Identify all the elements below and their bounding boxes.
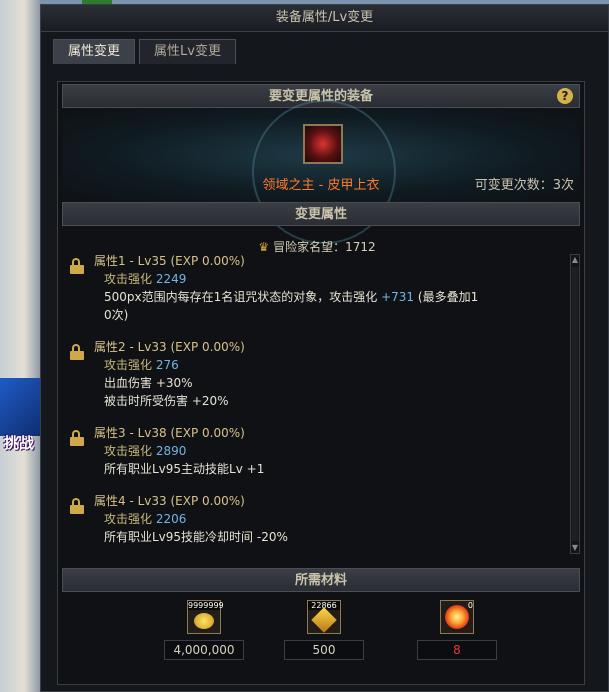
left-background-strip: 挑战	[0, 0, 40, 692]
stat-value: 276	[155, 358, 179, 372]
materials-area: 9999999 4,000,000 22866 500 0 8	[62, 592, 580, 680]
attribute-title: 属性1 - Lv35 (EXP 0.00%)	[94, 254, 245, 268]
material-count: 0	[467, 601, 473, 610]
attribute-title: 属性2 - Lv33 (EXP 0.00%)	[94, 340, 245, 354]
attribute-line: 被击时所受伤害 +20%	[104, 394, 229, 408]
change-section-header: 变更属性	[62, 202, 580, 226]
gold-coins-icon[interactable]: 9999999	[187, 600, 224, 634]
material-required-value: 500	[284, 640, 364, 660]
attribute-line: 攻击强化 2249	[104, 272, 187, 286]
lock-icon[interactable]	[70, 498, 84, 514]
materials-section-header: 所需材料	[62, 568, 580, 592]
equip-display-area: 领域之主 - 皮甲上衣 可变更次数：3次	[62, 100, 580, 244]
tab-attribute-change[interactable]: 属性变更	[53, 39, 136, 64]
stat-value: +731	[381, 290, 415, 304]
attribute-line: 攻击强化 2890	[104, 444, 187, 458]
fame-text: 冒险家名望：1712	[273, 240, 376, 254]
attribute-line: 攻击强化 2206	[104, 512, 187, 526]
attribute-line: 攻击强化 276	[104, 358, 179, 372]
lock-icon[interactable]	[70, 344, 84, 360]
help-icon[interactable]: ?	[557, 88, 573, 104]
fame-icon: ♛	[258, 240, 270, 254]
attribute-line: 500px范围内每存在1名诅咒状态的对象，攻击强化 +731 (最多叠加1	[104, 290, 479, 304]
stat-value: 2249	[155, 272, 187, 286]
material-required-value: 8	[417, 640, 497, 660]
attribute-scrollbar[interactable]: ▲ ▼	[570, 254, 580, 554]
side-event-icon[interactable]	[0, 378, 40, 436]
burst-icon[interactable]: 0	[440, 600, 474, 634]
lock-icon[interactable]	[70, 258, 84, 274]
attribute-title: 属性3 - Lv38 (EXP 0.00%)	[94, 426, 245, 440]
material-gold: 9999999 4,000,000	[164, 600, 244, 660]
change-count: 可变更次数：3次	[474, 178, 574, 193]
attribute-line: 出血伤害 +30%	[104, 376, 193, 390]
equip-item-icon[interactable]	[303, 124, 343, 164]
material-gem: 22866 500	[284, 600, 364, 660]
stat-value: 2206	[155, 512, 187, 526]
scroll-up-icon[interactable]: ▲	[571, 255, 579, 265]
equip-attribute-window: 装备属性/Lv变更 属性变更 属性Lv变更 要变更属性的装备 ? 领域之主 - …	[40, 4, 609, 692]
material-required-value: 4,000,000	[164, 640, 244, 660]
scroll-track[interactable]	[572, 267, 578, 541]
side-event-label: 挑战	[4, 434, 35, 452]
attribute-line: 所有职业Lv95技能冷却时间 -20%	[104, 530, 288, 544]
attribute-line: 0次)	[104, 308, 129, 322]
main-panel: 要变更属性的装备 ? 领域之主 - 皮甲上衣 可变更次数：3次 变更属性 ♛ 冒险…	[57, 81, 585, 685]
scroll-down-icon[interactable]: ▼	[571, 543, 579, 553]
stat-value: 2890	[155, 444, 187, 458]
gem-icon[interactable]: 22866	[307, 600, 341, 634]
lock-icon[interactable]	[70, 430, 84, 446]
tab-attribute-lv-change[interactable]: 属性Lv变更	[139, 39, 236, 64]
material-count: 9999999	[188, 601, 224, 610]
window-title: 装备属性/Lv变更	[41, 5, 608, 32]
attribute-title: 属性4 - Lv33 (EXP 0.00%)	[94, 494, 245, 508]
attribute-line: 所有职业Lv95主动技能Lv +1	[104, 462, 265, 476]
material-burst: 0 8	[417, 600, 497, 660]
tab-bar: 属性变更 属性Lv变更	[53, 39, 236, 64]
